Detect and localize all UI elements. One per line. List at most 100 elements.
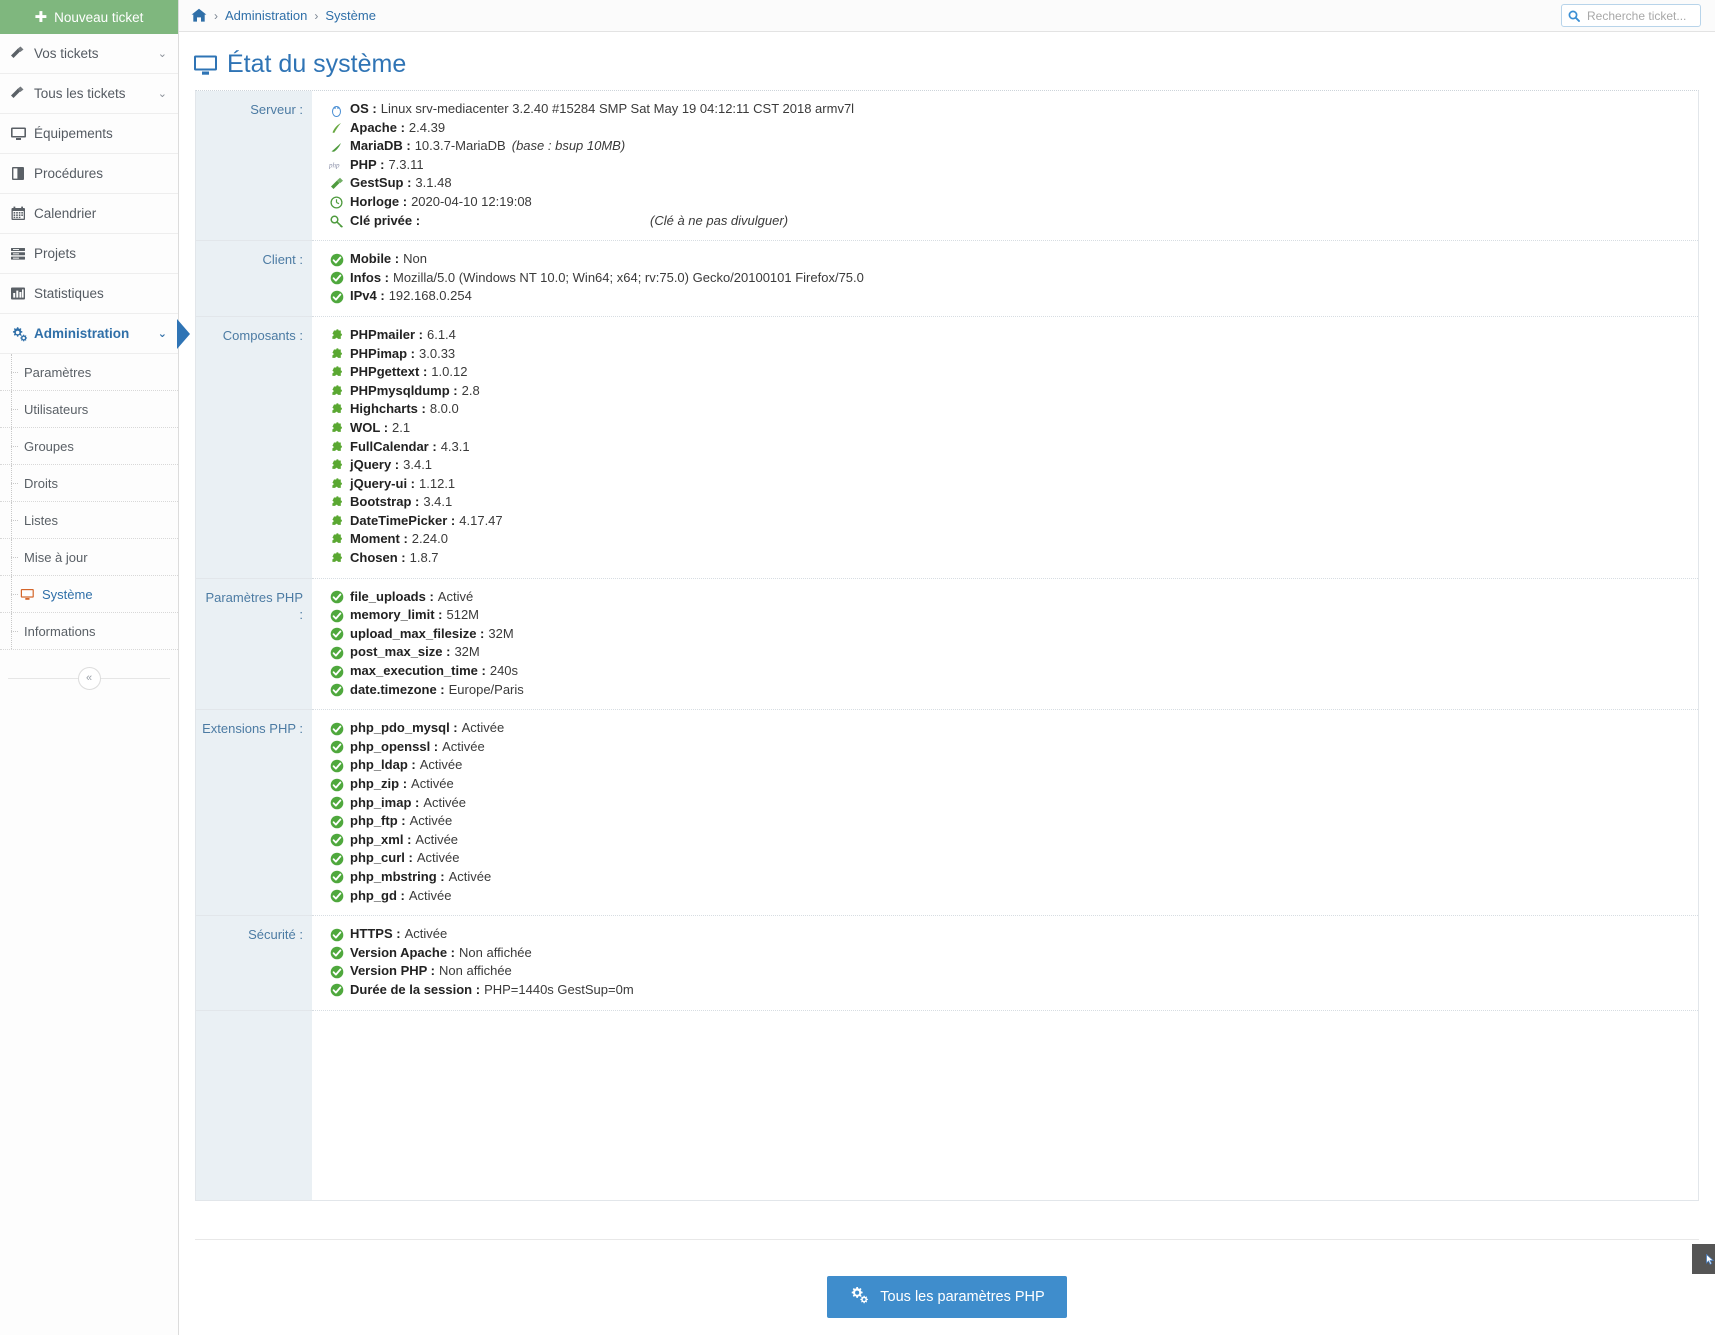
check-icon [329, 851, 344, 866]
section-label-parametres-php: Paramètres PHP : [196, 578, 312, 711]
info-line: upload_max_filesize :32M [330, 625, 1688, 644]
new-ticket-label: Nouveau ticket [54, 9, 144, 25]
puzzle-icon [329, 365, 344, 380]
search-input[interactable] [1585, 7, 1694, 24]
info-value: 240s [489, 663, 519, 679]
sidebar-item-droits[interactable]: Droits [0, 465, 178, 502]
sidebar-item-label: Calendrier [34, 206, 97, 221]
info-line: php_imap : Activée [330, 794, 1688, 813]
info-key: PHPmysqldump : [350, 382, 458, 398]
sidebar-item-groupes[interactable]: Groupes [0, 428, 178, 465]
content-wrapper: Serveur : OS : Linux srv-mediacenter 3.2… [179, 90, 1715, 1319]
sidebar-item-mise-a-jour[interactable]: Mise à jour [0, 539, 178, 576]
footer-area: Tous les paramètres PHP [195, 1239, 1699, 1319]
sidebar-item-equipements[interactable]: Équipements [0, 114, 178, 154]
info-key: date.timezone : [350, 681, 445, 697]
ticket-icon [329, 176, 344, 191]
system-status-panel: Serveur : OS : Linux srv-mediacenter 3.2… [195, 90, 1699, 1202]
sidebar-subitem-label: Système [42, 586, 93, 602]
svg-text:php: php [329, 162, 340, 170]
tree-dash [11, 446, 18, 447]
info-value: Activée [415, 831, 459, 847]
section-values-serveur: OS : Linux srv-mediacenter 3.2.40 #15284… [312, 91, 1698, 242]
sidebar-item-vos-tickets[interactable]: Vos tickets ⌄ [0, 34, 178, 74]
info-line: Clé privée : (Clé à ne pas divulguer) [329, 212, 1688, 231]
info-value: Activée [423, 794, 466, 810]
info-line: PHPimap :3.0.33 [331, 345, 1688, 364]
gears-icon [10, 326, 34, 342]
info-key: php_openssl : [350, 738, 439, 754]
info-value: Activée [448, 868, 492, 884]
info-value: 2.24.0 [411, 531, 448, 547]
info-line: Moment :2.24.0 [331, 530, 1688, 549]
puzzle-icon [329, 421, 344, 436]
sidebar-item-label: Administration [34, 326, 130, 341]
feather-icon [329, 121, 344, 136]
info-key: IPv4 : [350, 288, 385, 304]
sidebar-item-tous-les-tickets[interactable]: Tous les tickets ⌄ [0, 74, 178, 114]
info-key: php_pdo_mysql : [350, 720, 458, 736]
info-line: IPv4 : 192.168.0.254 [330, 287, 1688, 306]
private-key-note: (Clé à ne pas divulguer) [650, 212, 789, 228]
sidebar-item-calendrier[interactable]: Calendrier [0, 194, 178, 234]
search-icon [1568, 10, 1580, 22]
sidebar-item-informations[interactable]: Informations [0, 613, 178, 650]
info-value: Activée [419, 757, 463, 773]
sidebar-item-label: Projets [34, 246, 77, 261]
info-key: PHPmailer : [350, 326, 423, 342]
info-key: DateTimePicker : [350, 512, 456, 528]
info-key: upload_max_filesize : [350, 625, 485, 641]
sidebar-item-procedures[interactable]: Procédures [0, 154, 178, 194]
sidebar-subitem-label: Droits [24, 475, 58, 491]
info-line: max_execution_time :240s [330, 662, 1688, 681]
info-value: 3.4.1 [403, 457, 433, 473]
info-value: 1.12.1 [419, 475, 456, 491]
check-icon [329, 927, 344, 942]
sidebar-item-listes[interactable]: Listes [0, 502, 178, 539]
info-line: php_ldap : Activée [330, 756, 1688, 775]
monitor-icon [20, 588, 40, 601]
check-icon [329, 964, 344, 979]
info-line: Version Apache : Non affichée [330, 944, 1688, 963]
sidebar-item-parametres[interactable]: Paramètres [0, 354, 178, 391]
breadcrumb-separator: › [214, 8, 218, 23]
sidebar-item-projets[interactable]: Projets [0, 234, 178, 274]
table-row: Extensions PHP : php_pdo_mysql : Activée … [196, 709, 1698, 917]
info-line: WOL :2.1 [331, 419, 1688, 438]
info-line: php_curl : Activée [330, 849, 1688, 868]
sidebar-subitem-label: Informations [24, 623, 96, 639]
sidebar-item-statistiques[interactable]: Statistiques [0, 274, 178, 314]
sidebar-subitem-label: Listes [24, 512, 58, 528]
info-line: PHPmysqldump :2.8 [331, 382, 1688, 401]
sidebar-item-administration[interactable]: Administration ⌄ [0, 314, 190, 354]
puzzle-icon [329, 514, 344, 529]
main-content: › Administration › Système État du systè… [179, 0, 1715, 1335]
all-php-settings-button[interactable]: Tous les paramètres PHP [827, 1276, 1067, 1319]
info-line: date.timezone : Europe/Paris [330, 681, 1688, 700]
info-value: 8.0.0 [429, 401, 459, 417]
info-line: php PHP : 7.3.11 [329, 156, 1688, 175]
info-value: 3.1.48 [415, 175, 452, 191]
info-value: Europe/Paris [448, 681, 524, 697]
sidebar-item-systeme[interactable]: Système [0, 576, 178, 613]
breadcrumb-item-administration[interactable]: Administration [225, 8, 307, 23]
info-line: Horloge : 2020-04-10 12:19:08 [330, 193, 1688, 212]
info-line: php_mbstring : Activée [330, 868, 1688, 887]
ticket-icon [10, 46, 34, 61]
search-box[interactable] [1561, 4, 1701, 27]
info-key: php_imap : [350, 794, 420, 810]
new-ticket-button[interactable]: ✚ Nouveau ticket [0, 0, 178, 34]
sidebar-item-utilisateurs[interactable]: Utilisateurs [0, 391, 178, 428]
info-key: FullCalendar : [350, 438, 437, 454]
home-icon[interactable] [191, 8, 207, 23]
collapse-sidebar-button[interactable]: « [77, 666, 101, 690]
info-key: php_ldap : [350, 757, 416, 773]
breadcrumb-item-systeme[interactable]: Système [325, 8, 376, 23]
linux-icon [329, 102, 344, 117]
info-line: php_openssl : Activée [330, 738, 1688, 757]
info-line: file_uploads : Activé [330, 588, 1688, 607]
section-values-composants: PHPmailer :6.1.4 PHPimap :3.0.33 PHPgett… [312, 316, 1698, 579]
puzzle-icon [329, 384, 344, 399]
info-value: 1.0.12 [431, 364, 468, 380]
info-value: PHP=1440s GestSup=0m [484, 981, 634, 997]
